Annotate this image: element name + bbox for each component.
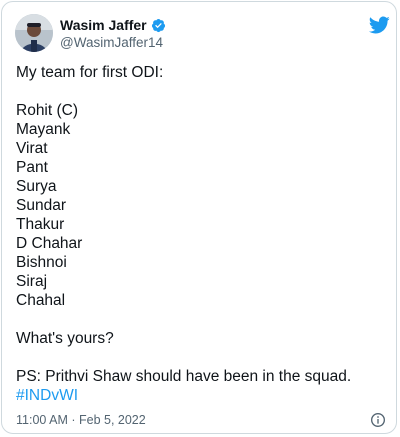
tweet-question: What's yours? [16,330,114,347]
player-mayank: Mayank [16,121,71,138]
player-sundar: Sundar [16,197,66,214]
player-siraj: Siraj [16,273,48,290]
player-bishnoi: Bishnoi [16,254,67,271]
author-handle[interactable]: @WasimJaffer14 [60,35,163,51]
tweet-card: Wasim Jaffer @WasimJaffer14 My team for … [1,1,397,434]
author-name[interactable]: Wasim Jaffer [60,17,147,33]
avatar-image [15,14,53,52]
author-name-row: Wasim Jaffer [60,17,166,33]
player-surya: Surya [16,178,57,195]
tweet-header: Wasim Jaffer @WasimJaffer14 [15,14,390,54]
player-chahal: Chahal [16,292,66,309]
player-thakur: Thakur [16,216,65,233]
player-rohit: Rohit (C) [16,102,79,119]
hashtag-link[interactable]: #INDvWI [16,386,78,405]
info-icon[interactable] [370,412,386,428]
player-pant: Pant [16,159,48,176]
avatar[interactable] [15,14,53,52]
player-virat: Virat [16,140,48,157]
verified-badge-icon [151,18,165,32]
tweet-timestamp[interactable]: 11:00 AM · Feb 5, 2022 [16,413,146,428]
player-d-chahar: D Chahar [16,235,83,252]
tweet-intro: My team for first ODI: [16,64,164,81]
twitter-bird-icon[interactable] [368,14,390,36]
tweet-ps: PS: Prithvi Shaw should have been in the… [16,368,352,385]
